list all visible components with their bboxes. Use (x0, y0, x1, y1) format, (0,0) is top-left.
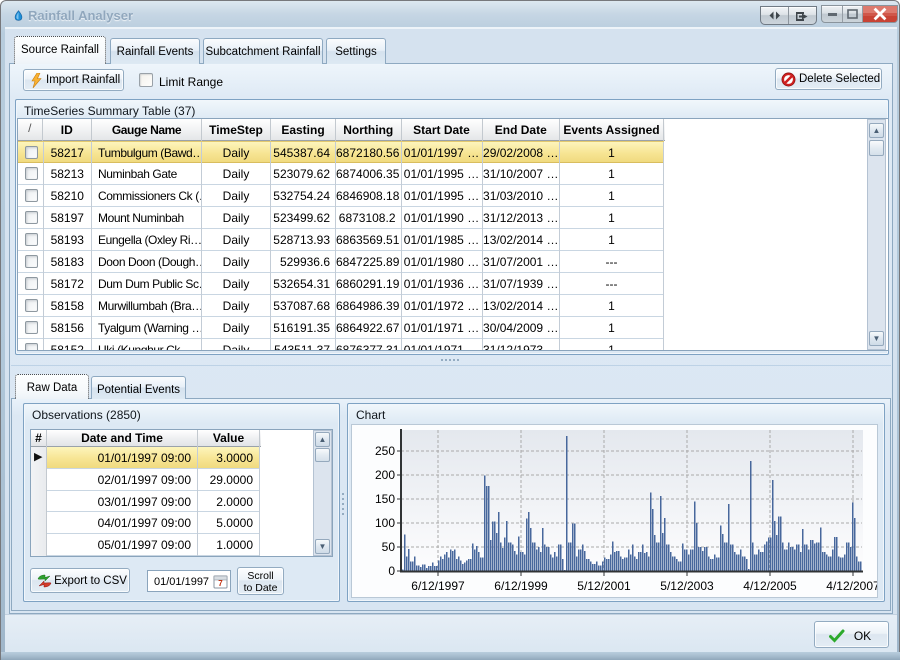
svg-text:0: 0 (388, 564, 395, 578)
svg-text:4/12/2005: 4/12/2005 (743, 579, 797, 593)
svg-text:200: 200 (375, 468, 395, 482)
svg-text:6/12/1997: 6/12/1997 (411, 579, 465, 593)
svg-text:250: 250 (375, 444, 395, 458)
svg-text:100: 100 (375, 516, 395, 530)
svg-text:150: 150 (375, 492, 395, 506)
svg-text:50: 50 (382, 540, 396, 554)
svg-text:6/12/1999: 6/12/1999 (494, 579, 548, 593)
svg-text:7: 7 (218, 579, 223, 588)
svg-text:4/12/2007: 4/12/2007 (826, 579, 878, 593)
svg-text:5/12/2001: 5/12/2001 (577, 579, 631, 593)
svg-text:5/12/2003: 5/12/2003 (660, 579, 714, 593)
